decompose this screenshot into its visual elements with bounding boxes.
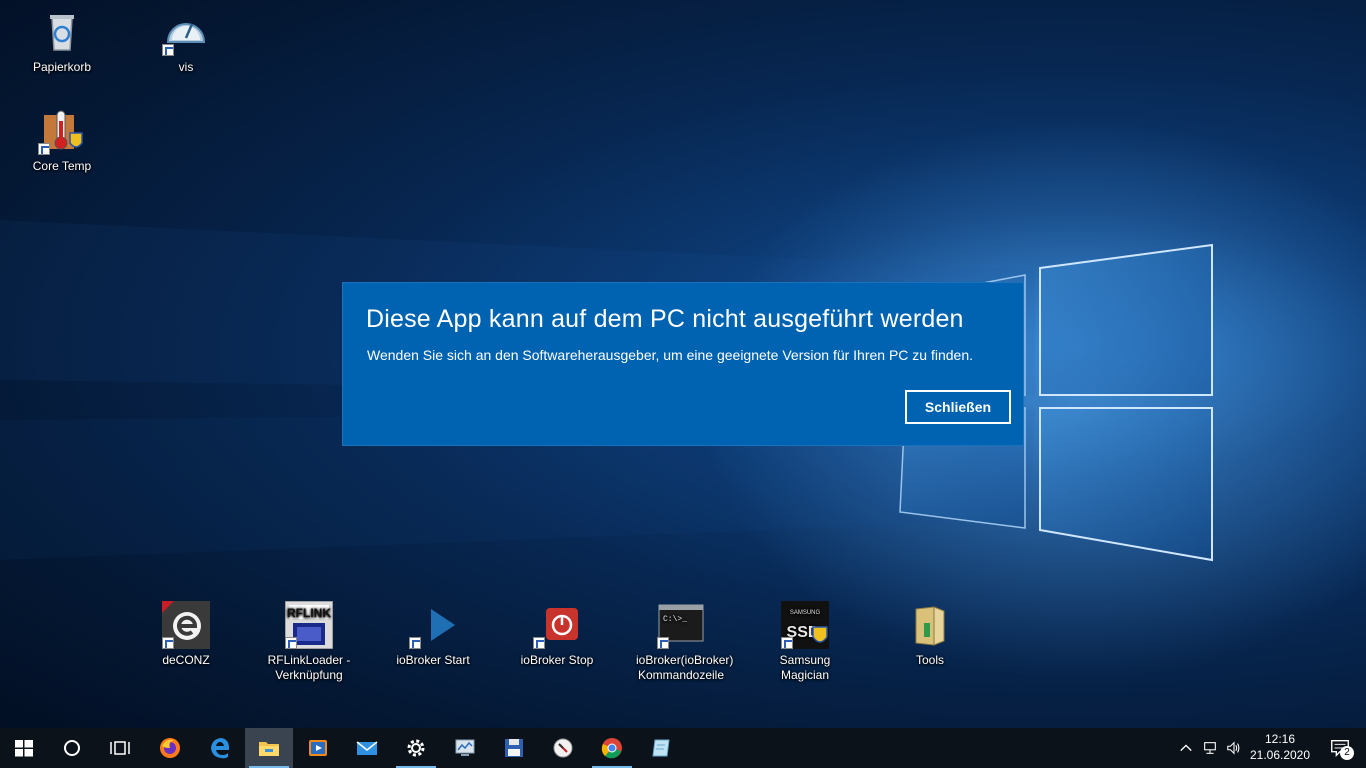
shortcut-arrow-icon [781, 637, 793, 649]
taskbar-settings[interactable] [392, 728, 440, 768]
windows-start-icon [15, 740, 33, 757]
show-hidden-icons-button[interactable] [1176, 728, 1196, 768]
shortcut-arrow-icon [162, 44, 174, 56]
taskbar-edge[interactable] [196, 728, 244, 768]
console-prompt-text: C:\>_ [663, 615, 687, 624]
desktop-icon-deconz[interactable]: deCONZ [141, 601, 231, 668]
taskbar-notepad-app[interactable] [637, 728, 685, 768]
icon-label: vis [178, 60, 194, 74]
cortana-button[interactable] [48, 728, 96, 768]
rflink-icon: RFLINK [285, 601, 333, 649]
icon-label: ioBroker Start [396, 653, 470, 667]
clock-time: 12:16 [1264, 732, 1296, 746]
icon-label: RFLinkLoader - Verknüpfung [267, 653, 351, 682]
desktop-icon-core-temp[interactable]: Core Temp [17, 107, 107, 174]
taskbar: 12:16 21.06.2020 2 [0, 728, 1366, 768]
desktop-icon-iobroker-stop[interactable]: ioBroker Stop [512, 601, 602, 668]
shortcut-arrow-icon [38, 143, 50, 155]
chevron-up-icon [1180, 744, 1192, 752]
folder-icon [906, 601, 954, 649]
desktop-icon-iobroker-console[interactable]: C:\>_ ioBroker(ioBroker) Kommandozeile [636, 601, 733, 683]
taskbar-save-app[interactable] [490, 728, 538, 768]
edge-icon [211, 738, 229, 759]
rflink-logo-text: RFLINK [287, 606, 331, 620]
icon-label: deCONZ [162, 653, 210, 667]
deconz-icon [162, 601, 210, 649]
monitor-chart-icon [455, 739, 475, 756]
icon-label: Tools [915, 653, 944, 667]
shortcut-arrow-icon [657, 637, 669, 649]
task-view-button[interactable] [96, 728, 144, 768]
taskbar-mail[interactable] [343, 728, 391, 768]
desktop-icon-samsung-magician[interactable]: SAMSUNG SSD Samsung Magician [760, 601, 850, 683]
shortcut-arrow-icon [285, 637, 297, 649]
taskbar-file-explorer[interactable] [245, 728, 293, 768]
dialog-title: Diese App kann auf dem PC nicht ausgefüh… [366, 305, 964, 333]
desktop-icon-iobroker-start[interactable]: ioBroker Start [388, 601, 478, 668]
network-icon [1204, 742, 1216, 754]
icon-label: Samsung Magician [779, 653, 831, 682]
media-player-icon [309, 740, 327, 756]
icon-label: ioBroker(ioBroker) Kommandozeile [636, 653, 734, 682]
samsung-ssd-icon: SAMSUNG SSD [781, 601, 829, 649]
desktop-icon-tools[interactable]: Tools [885, 601, 975, 668]
recycle-bin-icon [38, 8, 86, 56]
shortcut-arrow-icon [533, 637, 545, 649]
task-view-icon [110, 741, 130, 755]
console-icon: C:\>_ [657, 601, 705, 649]
floppy-disk-icon [505, 739, 523, 757]
icon-label: Papierkorb [32, 60, 92, 74]
pad-icon [652, 739, 670, 757]
thermometer-icon [38, 107, 86, 155]
network-button[interactable] [1199, 728, 1221, 768]
start-button[interactable] [0, 728, 48, 768]
samsung-logo-text: SAMSUNG [790, 610, 821, 616]
taskbar-firefox[interactable] [146, 728, 194, 768]
shortcut-arrow-icon [162, 637, 174, 649]
notification-count-badge: 2 [1340, 746, 1354, 760]
app-error-dialog: Diese App kann auf dem PC nicht ausgefüh… [343, 283, 1023, 445]
chrome-icon [601, 738, 622, 759]
play-icon [409, 601, 457, 649]
taskbar-chrome[interactable] [588, 728, 636, 768]
icon-label: ioBroker Stop [520, 653, 594, 667]
close-button[interactable]: Schließen [905, 390, 1011, 424]
speaker-icon [1227, 741, 1240, 755]
taskbar-performance-monitor[interactable] [441, 728, 489, 768]
volume-button[interactable] [1223, 728, 1245, 768]
file-explorer-icon [259, 742, 279, 756]
gauge-icon [162, 8, 210, 56]
clock[interactable]: 12:16 21.06.2020 [1246, 731, 1314, 763]
icon-label: Core Temp [32, 159, 92, 173]
clock-date: 21.06.2020 [1249, 748, 1311, 762]
cortana-circle-icon [64, 740, 80, 756]
mail-icon [356, 741, 378, 755]
dialog-message: Wenden Sie sich an den Softwareherausgeb… [367, 347, 974, 363]
settings-gear-icon [407, 739, 425, 757]
power-icon [533, 601, 581, 649]
shortcut-arrow-icon [409, 637, 421, 649]
desktop-icon-vis[interactable]: vis [141, 8, 231, 75]
taskbar-media-player[interactable] [294, 728, 342, 768]
compass-icon [553, 738, 573, 758]
desktop-icon-rflinkloader[interactable]: RFLINK RFLinkLoader - Verknüpfung [264, 601, 354, 683]
action-center-button[interactable]: 2 [1316, 728, 1364, 768]
firefox-icon [160, 738, 180, 758]
desktop: Papierkorb vis Core Temp deCONZ RFLINK R… [0, 0, 1366, 728]
desktop-icon-recycle-bin[interactable]: Papierkorb [17, 8, 107, 75]
taskbar-clock-app[interactable] [539, 728, 587, 768]
